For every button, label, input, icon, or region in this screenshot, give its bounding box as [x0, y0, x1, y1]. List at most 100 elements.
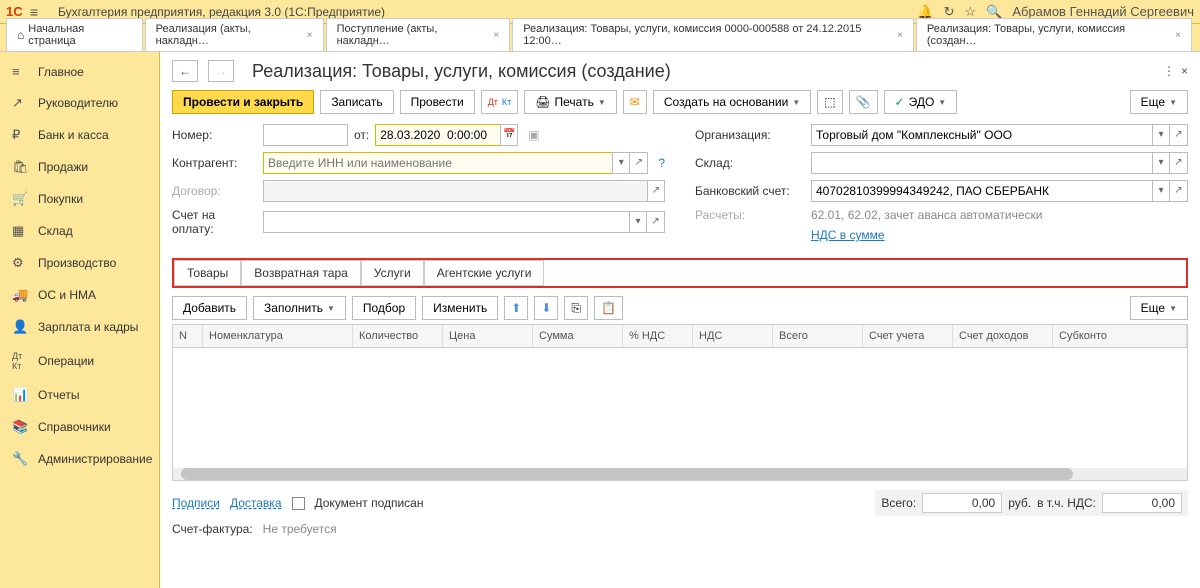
- attach-button[interactable]: 📎: [849, 90, 878, 114]
- open-icon[interactable]: ↗: [647, 180, 665, 202]
- move-up-button[interactable]: ⬆: [504, 296, 528, 320]
- warehouse-input[interactable]: [811, 152, 1152, 174]
- sidebar-item-main[interactable]: ≡Главное: [0, 56, 159, 87]
- sidebar-item-catalogs[interactable]: 📚Справочники: [0, 411, 159, 443]
- subtab-tare[interactable]: Возвратная тара: [241, 260, 361, 286]
- org-input[interactable]: [811, 124, 1152, 146]
- contract-input[interactable]: [263, 180, 647, 202]
- bank-label: Банковский счет:: [695, 184, 805, 198]
- sidebar-item-production[interactable]: ⚙Производство: [0, 247, 159, 279]
- tab-3[interactable]: Реализация: Товары, услуги, комиссия 000…: [512, 18, 914, 51]
- sidebar-item-assets[interactable]: 🚚ОС и НМА: [0, 279, 159, 311]
- table-body[interactable]: [173, 348, 1187, 468]
- post-button[interactable]: Провести: [400, 90, 475, 114]
- post-close-button[interactable]: Провести и закрыть: [172, 90, 314, 114]
- dropdown-icon[interactable]: ▾: [1152, 124, 1170, 146]
- org-label: Организация:: [695, 128, 805, 142]
- bank-input[interactable]: [811, 180, 1152, 202]
- move-down-button[interactable]: ⬇: [534, 296, 558, 320]
- col-n[interactable]: N: [173, 325, 203, 347]
- change-button[interactable]: Изменить: [422, 296, 498, 320]
- open-icon[interactable]: ↗: [1170, 152, 1188, 174]
- write-button[interactable]: Записать: [320, 90, 393, 114]
- open-icon[interactable]: ↗: [1170, 124, 1188, 146]
- col-vat[interactable]: НДС: [693, 325, 773, 347]
- open-icon[interactable]: ↗: [647, 211, 665, 233]
- sign-link[interactable]: Подписи: [172, 496, 220, 510]
- page-title: Реализация: Товары, услуги, комиссия (со…: [252, 61, 671, 82]
- help-icon[interactable]: ?: [658, 156, 665, 170]
- dropdown-icon[interactable]: ▾: [629, 211, 647, 233]
- dropdown-icon[interactable]: ▾: [1152, 180, 1170, 202]
- close-icon[interactable]: ×: [1175, 30, 1181, 41]
- user-name[interactable]: Абрамов Геннадий Сергеевич: [1012, 4, 1194, 19]
- subtab-services[interactable]: Услуги: [361, 260, 424, 286]
- more-button[interactable]: Еще▼: [1130, 90, 1188, 114]
- nav-back-button[interactable]: ←: [172, 60, 198, 82]
- horizontal-scrollbar[interactable]: [173, 468, 1187, 480]
- col-subconto[interactable]: Субконто: [1053, 325, 1187, 347]
- table-toolbar: Добавить Заполнить▼ Подбор Изменить ⬆ ⬇ …: [172, 296, 1188, 320]
- open-icon[interactable]: ↗: [1170, 180, 1188, 202]
- nav-fwd-button[interactable]: →: [208, 60, 234, 82]
- date-input[interactable]: [375, 124, 500, 146]
- vat-total-value: 0,00: [1102, 493, 1182, 513]
- sidebar-item-purchases[interactable]: 🛒Покупки: [0, 183, 159, 215]
- col-price[interactable]: Цена: [443, 325, 533, 347]
- mail-button[interactable]: ✉: [623, 90, 647, 114]
- col-account[interactable]: Счет учета: [863, 325, 953, 347]
- table-more-button[interactable]: Еще▼: [1130, 296, 1188, 320]
- edo-icon: ✓: [895, 95, 905, 109]
- mail-icon: ✉: [630, 95, 640, 109]
- paste-button[interactable]: 📋: [594, 296, 623, 320]
- contragent-input[interactable]: [263, 152, 612, 174]
- invoice-input[interactable]: [263, 211, 629, 233]
- kebab-icon[interactable]: ⋮: [1163, 64, 1175, 78]
- col-total[interactable]: Всего: [773, 325, 863, 347]
- col-nomenclature[interactable]: Номенклатура: [203, 325, 353, 347]
- menu-icon: ≡: [12, 64, 28, 79]
- dtkt-button[interactable]: ДтКт: [481, 90, 519, 114]
- select-button[interactable]: Подбор: [352, 296, 416, 320]
- add-button[interactable]: Добавить: [172, 296, 247, 320]
- sidebar-item-warehouse[interactable]: ▦Склад: [0, 215, 159, 247]
- person-icon: 👤: [12, 319, 28, 335]
- subtab-goods[interactable]: Товары: [174, 260, 241, 286]
- close-panel-icon[interactable]: ×: [1181, 64, 1188, 78]
- create-based-button[interactable]: Создать на основании▼: [653, 90, 811, 114]
- sidebar-item-sales[interactable]: 🛍Продажи: [0, 151, 159, 183]
- dropdown-icon[interactable]: ▾: [1152, 152, 1170, 174]
- close-icon[interactable]: ×: [493, 30, 499, 41]
- open-icon[interactable]: ↗: [630, 152, 648, 174]
- col-income[interactable]: Счет доходов: [953, 325, 1053, 347]
- subtab-agent[interactable]: Агентские услуги: [424, 260, 545, 286]
- sidebar-item-hr[interactable]: 👤Зарплата и кадры: [0, 311, 159, 343]
- tab-2[interactable]: Поступление (акты, накладн…×: [326, 18, 511, 51]
- close-icon[interactable]: ×: [897, 30, 903, 41]
- calendar-icon[interactable]: 📅: [500, 124, 518, 146]
- number-input[interactable]: [263, 124, 348, 146]
- col-sum[interactable]: Сумма: [533, 325, 623, 347]
- copy-button[interactable]: ⎘: [564, 296, 588, 320]
- close-icon[interactable]: ×: [307, 30, 313, 41]
- col-qty[interactable]: Количество: [353, 325, 443, 347]
- sidebar-item-manager[interactable]: ↗Руководителю: [0, 87, 159, 119]
- fill-button[interactable]: Заполнить▼: [253, 296, 346, 320]
- sidebar-item-reports[interactable]: 📊Отчеты: [0, 379, 159, 411]
- tab-home[interactable]: ⌂Начальная страница: [6, 18, 143, 51]
- structure-button[interactable]: ⬚: [817, 90, 842, 114]
- tab-1[interactable]: Реализация (акты, накладн…×: [145, 18, 324, 51]
- delivery-link[interactable]: Доставка: [230, 496, 282, 510]
- sidebar-item-admin[interactable]: 🔧Администрирование: [0, 443, 159, 475]
- sidebar-item-bank[interactable]: ₽Банк и касса: [0, 119, 159, 151]
- col-vat-pct[interactable]: % НДС: [623, 325, 693, 347]
- vat-link[interactable]: НДС в сумме: [811, 228, 885, 242]
- print-button[interactable]: 🖨Печать▼: [524, 90, 616, 114]
- edo-button[interactable]: ✓ЭДО▼: [884, 90, 958, 114]
- dropdown-icon[interactable]: ▾: [612, 152, 630, 174]
- sidebar-item-operations[interactable]: ДтКтОперации: [0, 343, 159, 379]
- doc-signed-checkbox[interactable]: [292, 497, 305, 510]
- settle-value: 62.01, 62.02, зачет аванса автоматически: [811, 208, 1042, 222]
- tab-4[interactable]: Реализация: Товары, услуги, комиссия (со…: [916, 18, 1192, 51]
- sf-value: Не требуется: [263, 522, 337, 536]
